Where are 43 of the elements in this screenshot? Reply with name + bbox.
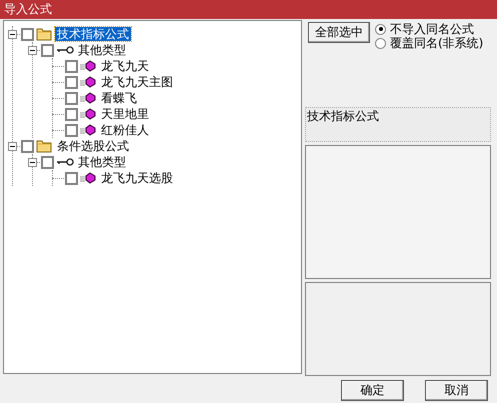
checkbox[interactable] <box>21 140 34 152</box>
select-all-button[interactable]: 全部选中 <box>308 22 370 43</box>
checkbox[interactable] <box>65 60 78 72</box>
checkbox[interactable] <box>65 124 78 136</box>
tree-item[interactable]: 红粉佳人 <box>99 123 151 137</box>
cancel-button[interactable]: 取消 <box>425 380 488 401</box>
tree-item[interactable]: 技术指标公式 <box>55 27 131 41</box>
tree-item[interactable]: 看蝶飞 <box>99 91 139 105</box>
folder-icon <box>36 139 52 153</box>
tree-item[interactable]: 龙飞九天主图 <box>99 75 175 89</box>
collapse-icon[interactable] <box>28 158 37 166</box>
checkbox[interactable] <box>65 108 78 120</box>
key-icon <box>56 158 74 166</box>
radio-button[interactable] <box>375 24 386 34</box>
collapse-icon[interactable] <box>8 142 17 150</box>
key-icon <box>56 46 74 54</box>
checkbox[interactable] <box>41 156 54 168</box>
tree-item[interactable]: 天里地里 <box>99 107 151 121</box>
tree-item[interactable]: 龙飞九天 <box>99 59 151 73</box>
formula-icon <box>80 76 96 88</box>
formula-icon <box>80 60 96 72</box>
checkbox[interactable] <box>41 44 54 56</box>
checkbox[interactable] <box>65 76 78 88</box>
tree-item[interactable]: 其他类型 <box>76 155 128 169</box>
collapse-icon[interactable] <box>28 46 37 54</box>
option-label[interactable]: 覆盖同名(非系统) <box>390 34 484 52</box>
formula-icon <box>80 124 96 136</box>
formula-icon <box>80 92 96 104</box>
ok-button[interactable]: 确定 <box>341 380 404 401</box>
category-label: 技术指标公式 <box>305 107 491 142</box>
radio-button[interactable] <box>375 38 386 48</box>
window-title: 导入公式 <box>4 1 52 18</box>
collapse-icon[interactable] <box>8 30 17 38</box>
tree-item[interactable]: 条件选股公式 <box>55 139 131 153</box>
checkbox[interactable] <box>65 172 78 184</box>
folder-icon <box>36 27 52 41</box>
checkbox[interactable] <box>65 92 78 104</box>
option-label[interactable]: 不导入同名公式 <box>390 20 474 38</box>
formula-icon <box>80 108 96 120</box>
tree-item[interactable]: 其他类型 <box>76 43 128 57</box>
formula-icon <box>80 172 96 184</box>
tree-item[interactable]: 龙飞九天选股 <box>99 171 175 185</box>
checkbox[interactable] <box>21 28 34 40</box>
